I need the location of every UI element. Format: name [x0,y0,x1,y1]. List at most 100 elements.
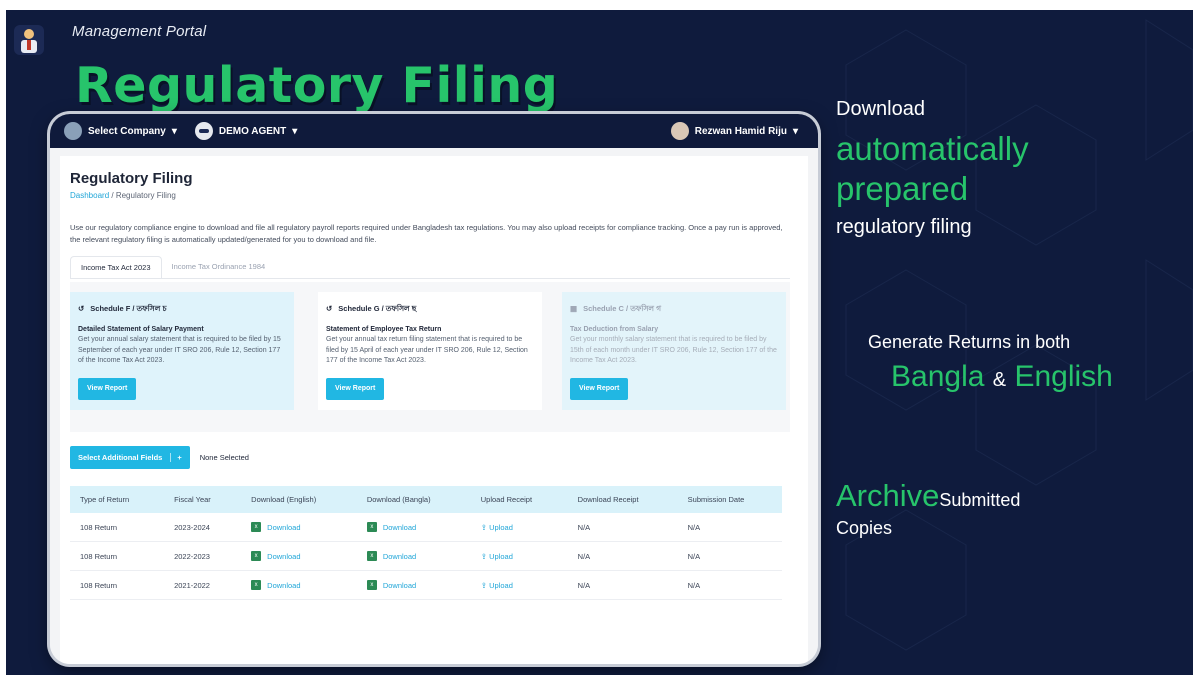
user-menu[interactable]: Rezwan Hamid Riju ▾ [670,122,798,140]
download-receipt-cell: N/A [567,541,678,571]
excel-file-icon: x [251,551,262,561]
card-subheading: Detailed Statement of Salary Payment [78,325,204,333]
card-heading: Schedule G / তফসিল ছ [338,304,417,313]
app-content: Regulatory Filing Dashboard / Regulatory… [50,148,818,664]
agent-label: DEMO AGENT [218,125,287,137]
archive-text: Archive [836,478,940,513]
column-header: Fiscal Year [164,486,242,513]
bangla-text: Bangla [891,360,985,393]
page-title: Regulatory Filing [70,170,193,187]
download-english-link[interactable]: x Download [251,522,347,532]
presentation-slide: Management Portal Regulatory Filing Sele… [6,10,1193,675]
chevron-down-icon: ▾ [792,125,798,137]
device-frame: Select Company ▾ DEMO AGENT ▾ Rezwan Ham… [50,114,818,664]
feature-regulatory-filing-text: regulatory filing [836,216,972,238]
fiscal-year-cell: 2022-2023 [164,541,242,571]
excel-file-icon: x [251,522,262,532]
agent-select[interactable]: DEMO AGENT ▾ [194,122,298,140]
feature-languages: Bangla & English [891,360,1113,394]
ampersand-text: & [992,369,1007,391]
column-header: Download (English) [241,486,357,513]
company-avatar-icon [64,122,82,140]
select-additional-fields-button[interactable]: Select Additional Fields + [70,446,190,469]
breadcrumb-dashboard-link[interactable]: Dashboard [70,191,109,200]
download-english-link[interactable]: x Download [251,580,347,590]
download-label: Download [267,522,301,532]
schedule-c-card[interactable]: ▦ Schedule C / তফসিল গ Tax Deduction fro… [562,292,786,410]
view-report-button[interactable]: View Report [570,377,629,400]
download-english-link[interactable]: x Download [251,551,347,561]
select-additional-fields-label: Select Additional Fields [78,453,163,462]
table-row: 108 Return 2022-2023 x Download x Download… [70,541,782,571]
upload-receipt-link[interactable]: ⇪ Upload [481,552,513,561]
submission-date-cell: N/A [677,570,782,600]
table-row: 108 Return 2021-2022 x Download x Download… [70,570,782,600]
feature-download-text: Download [836,98,925,120]
page-description: Use our regulatory compliance engine to … [70,223,783,244]
company-select[interactable]: Select Company ▾ [64,122,177,140]
card-body: Get your annual tax return filing statem… [326,336,528,364]
card-body: Get your annual salary statement that is… [78,336,281,364]
column-header: Type of Return [70,486,165,513]
none-selected-text: None Selected [199,453,249,462]
excel-file-icon: x [251,580,262,590]
column-header: Upload Receipt [470,486,568,513]
column-header: Submission Date [677,486,782,513]
feature-archive: ArchiveSubmitted [836,478,1020,514]
calculator-icon: ▦ [570,304,578,313]
feature-prepared-text: prepared [836,170,969,207]
submission-date-cell: N/A [677,513,782,542]
download-label: Download [382,551,417,561]
content-panel: Regulatory Filing Dashboard / Regulatory… [60,156,808,664]
download-bangla-link[interactable]: x Download [366,580,461,590]
excel-file-icon: x [366,551,377,561]
company-logo-icon [14,25,44,55]
tab-income-tax-ordinance-1984[interactable]: Income Tax Ordinance 1984 [162,256,276,278]
submission-date-cell: N/A [677,541,782,571]
schedule-g-card[interactable]: ↺ Schedule G / তফসিল ছ Statement of Empl… [318,292,542,410]
user-avatar [670,122,689,140]
excel-file-icon: x [366,522,377,532]
schedule-f-card[interactable]: ↺ Schedule F / তফসিল চ Detailed Statemen… [70,292,294,410]
download-label: Download [267,551,301,561]
tax-act-tabs: Income Tax Act 2023 Income Tax Ordinance… [70,256,790,279]
additional-fields-bar: Select Additional Fields + None Selected [70,446,249,469]
chevron-down-icon: ▾ [171,125,177,137]
view-report-button[interactable]: View Report [326,377,385,400]
column-header: Download (Bangla) [356,486,471,513]
upload-label: Upload [489,551,513,561]
download-bangla-link[interactable]: x Download [366,522,461,532]
view-report-button[interactable]: View Report [78,377,137,400]
return-type-cell: 108 Return [70,570,165,600]
return-type-cell: 108 Return [70,513,165,542]
returns-table: Type of Return Fiscal Year Download (Eng… [70,486,782,600]
upload-icon: ⇪ [480,522,490,532]
card-subheading: Statement of Employee Tax Return [326,325,442,333]
download-receipt-cell: N/A [567,570,678,600]
feature-generate-returns-text: Generate Returns in both [868,332,1071,352]
app-topbar: Select Company ▾ DEMO AGENT ▾ Rezwan Ham… [50,114,818,148]
fiscal-year-cell: 2021-2022 [164,570,242,600]
column-header: Download Receipt [567,486,678,513]
upload-receipt-link[interactable]: ⇪ Upload [481,581,513,590]
return-type-cell: 108 Return [70,541,165,571]
upload-label: Upload [489,580,513,590]
chevron-down-icon: ▾ [292,125,298,137]
upload-receipt-link[interactable]: ⇪ Upload [481,523,513,532]
download-label: Download [267,580,301,590]
download-label: Download [382,580,417,590]
download-bangla-link[interactable]: x Download [366,551,461,561]
portal-label: Management Portal [72,23,207,40]
history-icon: ↺ [78,304,85,313]
breadcrumb: Dashboard / Regulatory Filing [70,191,176,200]
card-body: Get your monthly salary statement that i… [570,336,777,364]
history-icon: ↺ [326,304,333,313]
table-header-row: Type of Return Fiscal Year Download (Eng… [70,486,782,513]
schedule-cards: ↺ Schedule F / তফসিল চ Detailed Statemen… [70,282,790,432]
tab-income-tax-act-2023[interactable]: Income Tax Act 2023 [70,256,162,278]
upload-label: Upload [489,522,513,532]
upload-icon: ⇪ [480,551,490,561]
download-receipt-cell: N/A [567,513,678,542]
slide-title: Regulatory Filing [75,57,559,114]
fiscal-year-cell: 2023-2024 [164,513,242,542]
